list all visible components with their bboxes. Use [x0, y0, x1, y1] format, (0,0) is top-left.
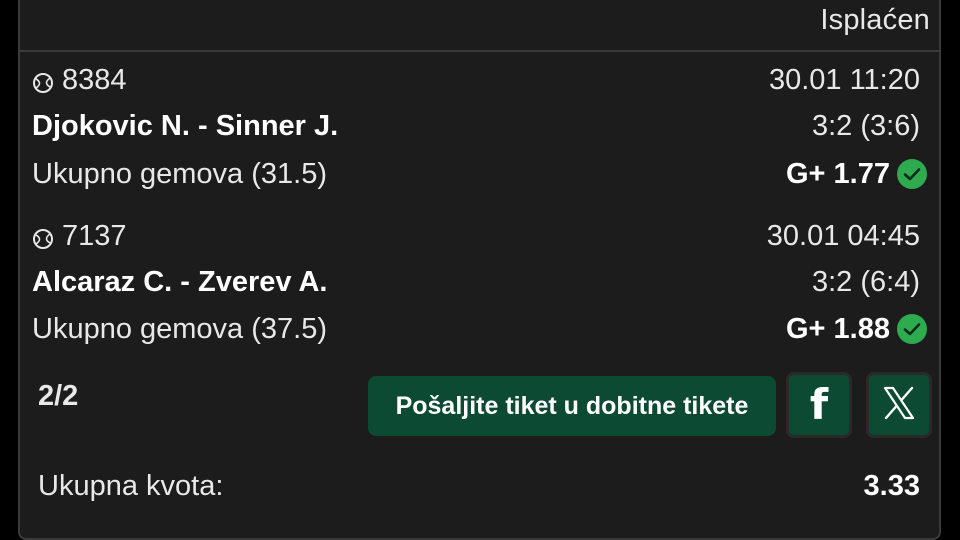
match-datetime: 30.01 04:45 — [766, 219, 920, 252]
check-icon — [896, 158, 928, 190]
match-2-meta-row: 7137 30.01 04:45 — [32, 218, 920, 254]
check-icon — [896, 313, 928, 345]
x-icon — [879, 383, 919, 428]
total-odds-label: Ukupna kvota: — [38, 469, 224, 502]
match-id: 7137 — [62, 219, 127, 252]
match-market: Ukupno gemova (31.5) — [32, 157, 327, 190]
match-market: Ukupno gemova (37.5) — [32, 312, 327, 345]
match-teams: Alcaraz C. - Zverev A. — [32, 265, 328, 298]
match-1-market-row: Ukupno gemova (31.5) G+ 1.77 — [32, 156, 928, 192]
match-odd: G+ 1.88 — [786, 312, 890, 345]
match-teams: Djokovic N. - Sinner J. — [32, 109, 339, 142]
total-odds-value: 3.33 — [863, 469, 920, 502]
match-datetime: 30.01 11:20 — [768, 63, 920, 96]
match-score: 3:2 (6:4) — [812, 265, 920, 298]
tennis-ball-icon — [32, 225, 54, 249]
tennis-ball-icon — [32, 69, 54, 93]
send-button-label: Pošaljite tiket u dobitne tikete — [395, 391, 749, 420]
total-odds-row: Ukupna kvota: 3.33 — [38, 466, 920, 506]
share-facebook-button[interactable]: f — [786, 372, 852, 438]
match-score: 3:2 (3:6) — [812, 109, 920, 142]
match-1-teams-row: Djokovic N. - Sinner J. 3:2 (3:6) — [32, 108, 920, 144]
match-2-market-row: Ukupno gemova (37.5) G+ 1.88 — [32, 311, 928, 347]
ticket-count: 2/2 — [38, 380, 79, 412]
header-divider — [18, 50, 941, 52]
share-x-button[interactable] — [866, 372, 932, 438]
match-odd: G+ 1.77 — [786, 157, 890, 190]
match-2-teams-row: Alcaraz C. - Zverev A. 3:2 (6:4) — [32, 264, 920, 300]
ticket-status: Isplaćen — [820, 4, 930, 36]
match-id: 8384 — [62, 63, 127, 96]
send-to-winning-tickets-button[interactable]: Pošaljite tiket u dobitne tikete — [368, 376, 776, 436]
match-1-meta-row: 8384 30.01 11:20 — [32, 62, 920, 98]
facebook-icon: f — [809, 380, 829, 429]
